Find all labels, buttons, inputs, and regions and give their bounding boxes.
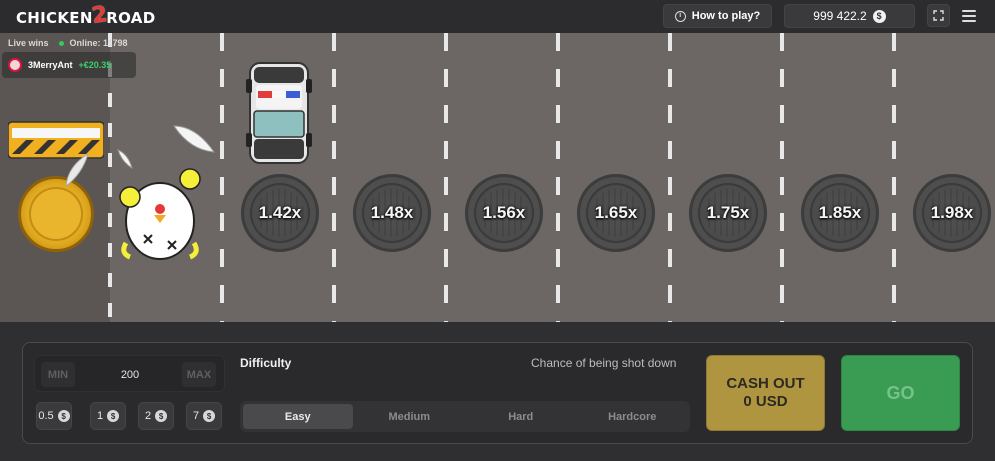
multiplier-label: 1.48x xyxy=(370,203,414,222)
chip-button[interactable]: 1 $ xyxy=(90,402,126,430)
chip-value: 0.5 xyxy=(38,410,54,422)
dollar-coin-icon: $ xyxy=(872,9,886,23)
go-button[interactable]: GO xyxy=(841,355,960,431)
how-to-play-button[interactable]: i How to play? xyxy=(663,4,772,28)
bet-amount-box: MIN 200 MAX 0.5 $ 1 $ 2 $ 7 $ xyxy=(34,355,225,435)
feather-icon xyxy=(173,125,216,153)
balance-value: 999 422.2 xyxy=(813,9,867,23)
tab-hardcore[interactable]: Hardcore xyxy=(578,404,688,429)
tab-medium[interactable]: Medium xyxy=(355,404,465,429)
multiplier-manhole[interactable]: 1.56x xyxy=(465,174,543,252)
lane-divider xyxy=(556,33,560,322)
multiplier-label: 1.42x xyxy=(258,203,302,222)
menu-icon-bar xyxy=(962,20,976,22)
lane-divider xyxy=(332,33,336,322)
multiplier-label: 1.56x xyxy=(482,203,526,222)
fullscreen-button[interactable] xyxy=(927,4,950,27)
live-win-entry: 3MerryAnt +€20.35 xyxy=(2,52,136,78)
dollar-coin-icon: $ xyxy=(57,410,70,422)
multiplier-label: 1.85x xyxy=(818,203,862,222)
chip-button[interactable]: 2 $ xyxy=(138,402,174,430)
lane-divider xyxy=(668,33,672,322)
menu-icon-bar xyxy=(962,15,976,17)
chance-label: Chance of being shot down xyxy=(531,356,677,370)
chip-value: 1 xyxy=(96,410,104,422)
multiplier-label: 1.98x xyxy=(930,203,974,222)
live-wins-label: Live wins xyxy=(8,38,49,48)
menu-button[interactable] xyxy=(960,8,978,24)
bet-amount-input[interactable]: 200 xyxy=(95,362,165,387)
balance-display: 999 422.2 $ xyxy=(784,4,915,28)
cash-out-amount: 0 USD xyxy=(743,393,788,410)
dollar-coin-icon: $ xyxy=(107,410,120,422)
multiplier-manhole[interactable]: 1.75x xyxy=(689,174,767,252)
chip-value: 2 xyxy=(144,410,152,422)
logo-word-road: ROAD xyxy=(106,9,156,27)
fullscreen-icon xyxy=(933,10,944,21)
multiplier-label: 1.75x xyxy=(706,203,750,222)
chip-value: 7 xyxy=(192,410,200,422)
top-bar: CHICKEN 2 ROAD i How to play? 999 422.2 … xyxy=(0,0,995,33)
dollar-coin-icon: $ xyxy=(155,410,168,422)
winner-name: 3MerryAnt xyxy=(28,60,73,70)
chicken-character xyxy=(119,168,201,260)
multiplier-manhole[interactable]: 1.65x xyxy=(577,174,655,252)
multiplier-manhole[interactable]: 1.48x xyxy=(353,174,431,252)
max-bet-button[interactable]: MAX xyxy=(182,362,216,387)
tab-easy[interactable]: Easy xyxy=(243,404,353,429)
game-app: CHICKEN 2 ROAD i How to play? 999 422.2 … xyxy=(0,0,995,461)
multiplier-label: 1.65x xyxy=(594,203,638,222)
logo-number: 2 xyxy=(90,1,109,29)
lane-divider xyxy=(220,33,224,322)
menu-icon-bar xyxy=(962,10,976,12)
live-wins-bar: Live wins Online: 11798 xyxy=(8,38,128,48)
difficulty-selector: Easy Medium Hard Hardcore xyxy=(240,401,690,432)
feather-icon xyxy=(117,149,133,170)
game-logo: CHICKEN 2 ROAD xyxy=(16,2,156,30)
info-icon: i xyxy=(674,10,686,22)
cash-out-button[interactable]: CASH OUT 0 USD xyxy=(706,355,825,431)
difficulty-label: Difficulty xyxy=(240,356,292,370)
online-dot-icon xyxy=(58,41,64,46)
lane-divider xyxy=(444,33,448,322)
police-car xyxy=(246,62,312,164)
tab-hard[interactable]: Hard xyxy=(466,404,576,429)
avatar xyxy=(8,58,22,72)
dollar-coin-icon: $ xyxy=(203,410,216,422)
multiplier-manhole[interactable]: 1.98x xyxy=(913,174,991,252)
online-count: Online: 11798 xyxy=(58,38,128,48)
feather-icon xyxy=(65,152,89,188)
winner-amount: +€20.35 xyxy=(78,60,112,70)
how-to-play-label: How to play? xyxy=(691,10,761,22)
chip-button[interactable]: 0.5 $ xyxy=(36,402,72,430)
bet-amount-row: MIN 200 MAX xyxy=(34,355,225,392)
multiplier-manhole[interactable]: 1.85x xyxy=(801,174,879,252)
multiplier-manhole[interactable]: 1.42x xyxy=(241,174,319,252)
chip-button[interactable]: 7 $ xyxy=(186,402,222,430)
min-bet-button[interactable]: MIN xyxy=(41,362,75,387)
lane-divider xyxy=(892,33,896,322)
logo-word-chicken: CHICKEN xyxy=(16,9,93,27)
lane-divider xyxy=(780,33,784,322)
cash-out-label: CASH OUT xyxy=(726,375,805,392)
